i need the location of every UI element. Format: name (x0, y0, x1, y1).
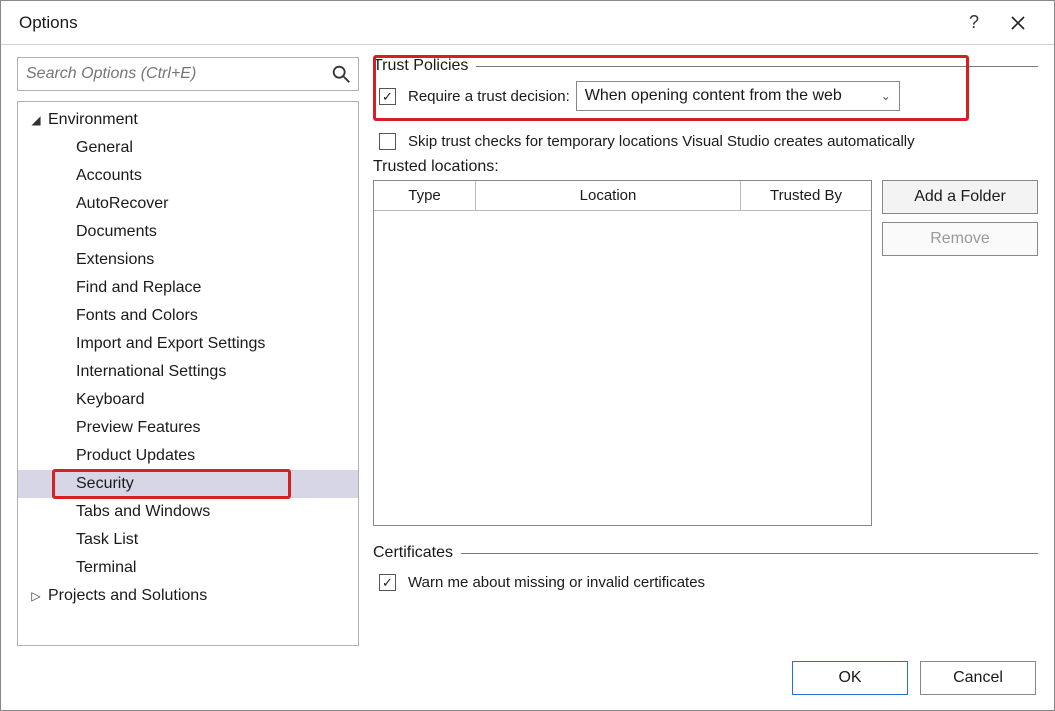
warn-certificates-checkbox[interactable]: ✓ (379, 574, 396, 591)
tree-item-terminal[interactable]: Terminal (18, 554, 358, 582)
titlebar: Options ? (1, 1, 1054, 45)
expand-icon: ◢ (28, 113, 44, 127)
dialog-footer: OK Cancel (1, 646, 1054, 710)
trust-scope-value: When opening content from the web (585, 87, 842, 105)
tree-item-label: Find and Replace (76, 279, 201, 297)
options-dialog: Options ? ◢ Environment General Accounts A… (0, 0, 1055, 711)
require-trust-label: Require a trust decision: (408, 88, 570, 105)
tree-item-import-and-export-settings[interactable]: Import and Export Settings (18, 330, 358, 358)
tree-item-label: Extensions (76, 251, 154, 269)
tree-item-label: Documents (76, 223, 157, 241)
tree-item-product-updates[interactable]: Product Updates (18, 442, 358, 470)
tree-item-fonts-and-colors[interactable]: Fonts and Colors (18, 302, 358, 330)
trust-policies-legend: Trust Policies (373, 57, 1038, 75)
window-title: Options (19, 13, 952, 33)
chevron-down-icon: ⌄ (881, 89, 891, 103)
tree-item-label: Security (76, 475, 134, 493)
tree-item-label: General (76, 139, 133, 157)
help-button[interactable]: ? (952, 1, 996, 45)
tree-item-documents[interactable]: Documents (18, 218, 358, 246)
tree-item-security[interactable]: Security (18, 470, 358, 498)
trusted-locations-grid[interactable]: Type Location Trusted By (373, 180, 872, 526)
ok-button[interactable]: OK (792, 661, 908, 695)
close-button[interactable] (996, 1, 1040, 45)
add-folder-button[interactable]: Add a Folder (882, 180, 1038, 214)
tree-item-label: Accounts (76, 167, 142, 185)
tree-item-label: AutoRecover (76, 195, 169, 213)
tree-item-autorecover[interactable]: AutoRecover (18, 190, 358, 218)
tree-node-projects-and-solutions[interactable]: ▷ Projects and Solutions (18, 582, 358, 610)
tree-item-general[interactable]: General (18, 134, 358, 162)
tree-item-label: Preview Features (76, 419, 201, 437)
column-header-location[interactable]: Location (476, 181, 741, 210)
tree-item-preview-features[interactable]: Preview Features (18, 414, 358, 442)
trusted-locations-label: Trusted locations: (373, 158, 1038, 176)
warn-certificates-label: Warn me about missing or invalid certifi… (408, 574, 705, 591)
tree-item-label: Task List (76, 531, 138, 549)
tree-item-accounts[interactable]: Accounts (18, 162, 358, 190)
tree-node-label: Environment (48, 111, 138, 129)
search-input[interactable] (18, 58, 358, 90)
remove-button[interactable]: Remove (882, 222, 1038, 256)
tree-item-extensions[interactable]: Extensions (18, 246, 358, 274)
tree-item-label: Import and Export Settings (76, 335, 265, 353)
column-header-type[interactable]: Type (374, 181, 476, 210)
tree-item-label: Fonts and Colors (76, 307, 198, 325)
options-tree: ◢ Environment General Accounts AutoRecover… (17, 101, 359, 646)
skip-trust-label: Skip trust checks for temporary location… (408, 133, 915, 150)
options-tree-scroll[interactable]: ◢ Environment General Accounts AutoRecover… (18, 102, 358, 645)
certificates-legend: Certificates (373, 544, 1038, 562)
tree-item-label: Product Updates (76, 447, 195, 465)
tree-item-task-list[interactable]: Task List (18, 526, 358, 554)
require-trust-checkbox[interactable]: ✓ (379, 88, 396, 105)
tree-node-environment[interactable]: ◢ Environment (18, 106, 358, 134)
tree-item-label: International Settings (76, 363, 226, 381)
trust-scope-dropdown[interactable]: When opening content from the web ⌄ (576, 81, 900, 111)
column-header-trusted-by[interactable]: Trusted By (741, 181, 871, 210)
tree-item-find-and-replace[interactable]: Find and Replace (18, 274, 358, 302)
expand-icon: ▷ (28, 589, 44, 603)
tree-item-label: Keyboard (76, 391, 145, 409)
tree-item-label: Terminal (76, 559, 136, 577)
search-box[interactable] (17, 57, 359, 91)
tree-item-label: Tabs and Windows (76, 503, 210, 521)
tree-item-keyboard[interactable]: Keyboard (18, 386, 358, 414)
tree-item-tabs-and-windows[interactable]: Tabs and Windows (18, 498, 358, 526)
tree-item-international-settings[interactable]: International Settings (18, 358, 358, 386)
cancel-button[interactable]: Cancel (920, 661, 1036, 695)
close-icon (1011, 16, 1025, 30)
skip-trust-checkbox[interactable] (379, 133, 396, 150)
tree-node-label: Projects and Solutions (48, 587, 207, 605)
